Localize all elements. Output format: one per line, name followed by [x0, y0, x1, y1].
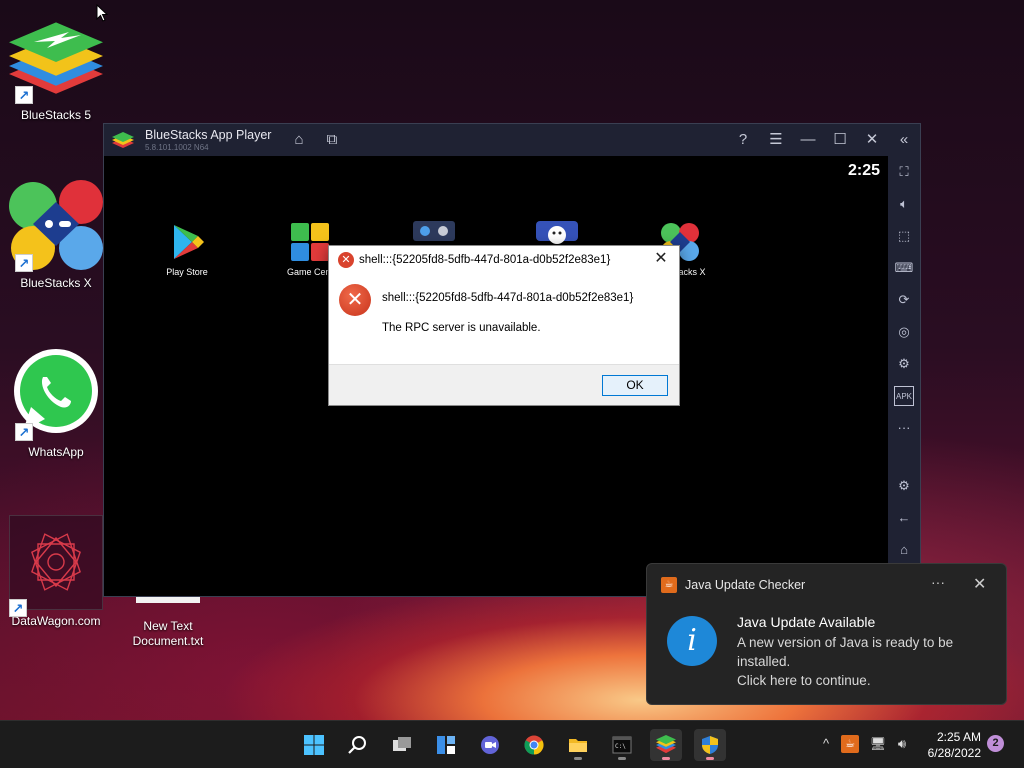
search-icon — [348, 736, 366, 754]
text-file-icon — [136, 597, 200, 603]
desktop-icon-whatsapp[interactable]: ↗ WhatsApp — [9, 345, 103, 460]
back-icon[interactable]: ← — [894, 508, 914, 528]
widgets-icon — [437, 736, 455, 754]
home-icon[interactable]: ⌂ — [289, 130, 309, 150]
shortcut-arrow-icon: ↗ — [15, 254, 33, 272]
notification-close-icon[interactable]: ✕ — [973, 574, 986, 594]
settings-icon[interactable]: ⚙ — [894, 476, 914, 496]
volume-icon[interactable]: 🔈︎ — [894, 194, 914, 214]
notification-body: A new version of Java is ready to be ins… — [737, 635, 954, 688]
desktop-icon-datawagon[interactable]: ↗ DataWagon.com — [9, 515, 103, 629]
task-view-icon — [393, 737, 411, 751]
running-indicator — [618, 757, 626, 760]
app-label: Play Store — [166, 267, 208, 277]
teams-chat-button[interactable] — [474, 729, 506, 761]
folder-icon — [569, 739, 587, 752]
shortcut-arrow-icon: ↗ — [15, 86, 33, 104]
shortcut-arrow-icon: ↗ — [15, 423, 33, 441]
more-icon[interactable]: ··· — [894, 418, 914, 438]
whatsapp-icon: ↗ — [9, 345, 103, 445]
info-icon: i — [667, 616, 717, 666]
rotate-icon[interactable]: ◎ — [894, 322, 914, 342]
file-explorer-button[interactable] — [562, 729, 594, 761]
performance-icon[interactable]: ⚙︎ — [894, 354, 914, 374]
windows-start-icon — [304, 735, 324, 755]
running-indicator — [662, 757, 670, 760]
show-hidden-icons-chevron-icon[interactable]: ^ — [817, 735, 835, 753]
app-label: Game Cent — [286, 267, 334, 277]
datawagon-icon: ↗ — [9, 515, 103, 617]
play-store-icon — [166, 221, 208, 263]
chat-icon — [481, 736, 499, 754]
taskbar-date[interactable]: 6/28/2022 — [928, 746, 981, 760]
dialog-close-button[interactable]: ✕ — [651, 249, 671, 269]
volume-icon[interactable]: 🔊︎ — [893, 735, 911, 753]
java-tray-icon[interactable]: ☕︎ — [841, 735, 859, 753]
desktop-icon-label: BlueStacks X — [20, 276, 92, 290]
desktop-icon-bluestacks-5[interactable]: ↗ BlueStacks 5 — [9, 8, 103, 123]
bluestacks-icon — [656, 735, 676, 754]
app-play-store[interactable]: Play Store — [147, 221, 227, 277]
error-icon: ✕ — [339, 284, 371, 316]
bluestacks-x-icon: ↗ — [9, 176, 103, 276]
bluestacks-logo-icon — [112, 132, 134, 148]
taskbar-time[interactable]: 2:25 AM — [937, 730, 981, 744]
maximize-icon[interactable]: ☐ — [830, 130, 850, 150]
task-view-button[interactable] — [386, 729, 418, 761]
desktop-icon-new-text-document[interactable]: New Text Document.txt — [121, 597, 215, 649]
more-options-icon[interactable]: ··· — [931, 574, 945, 590]
dialog-message: The RPC server is unavailable. — [382, 322, 541, 334]
notification-count-badge[interactable]: 2 — [987, 735, 1004, 752]
desktop-icon-label: WhatsApp — [28, 445, 84, 459]
error-dialog[interactable]: ✕ shell:::{52205fd8-5dfb-447d-801a-d0b52… — [328, 245, 680, 406]
terminal-icon: C:\ — [612, 736, 632, 754]
chrome-button[interactable] — [518, 729, 550, 761]
notification-app-name: Java Update Checker — [685, 578, 806, 592]
bluestacks-taskbar-button[interactable] — [650, 729, 682, 761]
taskbar: C:\ ^ ☕︎ 🖥︎ 🔊︎ 2:25 AM 6/28/2022 — [0, 720, 1024, 768]
android-clock: 2:25 — [847, 162, 880, 179]
shortcut-arrow-icon: ↗ — [9, 599, 27, 617]
desktop-icon-label: New Text Document.txt — [132, 619, 204, 648]
desktop-icon-label: BlueStacks 5 — [20, 108, 92, 122]
terminal-button[interactable]: C:\ — [606, 729, 638, 761]
desktop-icon-bluestacks-x[interactable]: ↗ BlueStacks X — [9, 176, 103, 291]
uac-shield-icon — [702, 736, 718, 754]
apk-install-icon[interactable]: APK — [894, 386, 914, 406]
dialog-footer: OK — [329, 364, 679, 405]
dialog-path: shell:::{52205fd8-5dfb-447d-801a-d0b52f2… — [382, 292, 634, 304]
close-icon[interactable]: ✕ — [862, 130, 882, 150]
fullscreen-icon[interactable]: ⛶ — [894, 162, 914, 182]
chrome-icon — [524, 735, 544, 755]
bluestacks-titlebar[interactable]: BlueStacks App Player 5.8.101.1002 N64 ⌂… — [104, 124, 920, 156]
running-indicator — [574, 757, 582, 760]
keyboard-icon[interactable]: ⌨︎ — [894, 258, 914, 278]
help-icon[interactable]: ? — [733, 130, 753, 150]
menu-icon[interactable]: ☰ — [766, 130, 786, 150]
multi-instance-icon[interactable]: ⧉ — [322, 130, 342, 150]
svg-text:C:\: C:\ — [615, 743, 626, 750]
security-shield-button[interactable] — [694, 729, 726, 761]
game-center-icon — [289, 221, 331, 263]
bluestacks-sidebar: ⛶ 🔈︎ ⬚ ⌨︎ ⟳ ◎ ⚙︎ APK ··· ⚙ ← ⌂ — [888, 156, 920, 596]
bluestacks-version: 5.8.101.1002 N64 — [145, 143, 209, 152]
start-button[interactable] — [298, 729, 330, 761]
running-indicator — [706, 757, 714, 760]
java-update-notification[interactable]: ☕︎ Java Update Checker ··· ✕ i Java Upda… — [646, 563, 1007, 705]
bluestacks-title: BlueStacks App Player — [145, 128, 272, 142]
error-small-icon: ✕ — [338, 252, 354, 268]
macro-icon[interactable]: ⟳ — [894, 290, 914, 310]
widgets-button[interactable] — [430, 729, 462, 761]
java-icon: ☕︎ — [661, 577, 677, 593]
search-button[interactable] — [342, 729, 374, 761]
android-home-icon[interactable]: ⌂ — [894, 540, 914, 560]
minimize-icon[interactable]: — — [798, 130, 818, 150]
dialog-title: shell:::{52205fd8-5dfb-447d-801a-d0b52f2… — [359, 254, 611, 266]
network-icon[interactable]: 🖥︎ — [869, 735, 887, 753]
ok-button[interactable]: OK — [602, 375, 668, 396]
collapse-sidebar-icon[interactable]: « — [894, 130, 914, 150]
pointer-icon[interactable]: ⬚ — [894, 226, 914, 246]
bluestacks-icon: ↗ — [9, 8, 103, 108]
notification-heading: Java Update Available — [737, 614, 876, 630]
